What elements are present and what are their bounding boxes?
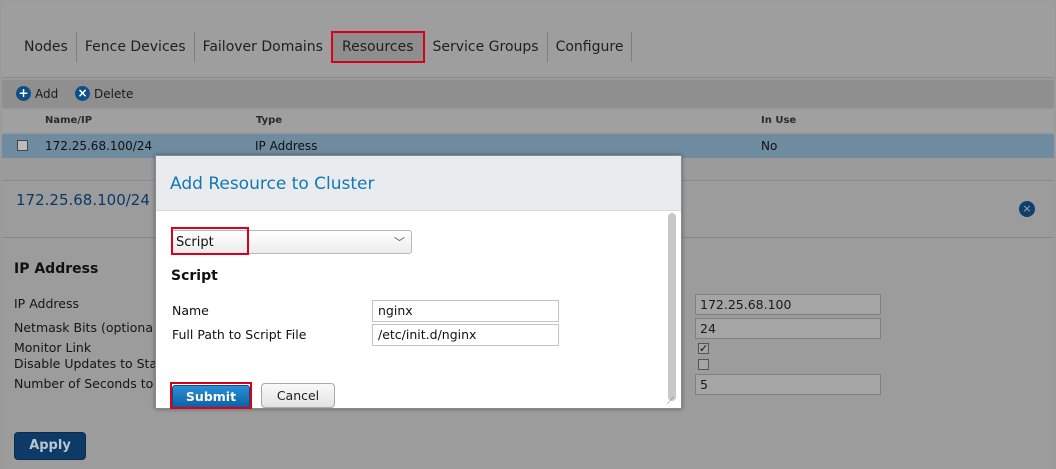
monitor-link-checkbox[interactable]: ✓ bbox=[698, 343, 709, 354]
column-type: Type bbox=[256, 115, 283, 126]
row-type: IP Address bbox=[255, 139, 318, 153]
plus-icon: + bbox=[16, 86, 31, 101]
dialog-scrollbar[interactable] bbox=[665, 211, 679, 408]
delete-icon: × bbox=[75, 86, 90, 101]
netmask-field[interactable]: 24 bbox=[695, 318, 881, 339]
netmask-label: Netmask Bits (optiona bbox=[14, 320, 154, 335]
close-icon[interactable]: × bbox=[1019, 201, 1035, 217]
tab-bar: Nodes Fence Devices Failover Domains Res… bbox=[16, 31, 633, 63]
row-name: 172.25.68.100/24 bbox=[45, 139, 153, 153]
cancel-button[interactable]: Cancel bbox=[261, 383, 335, 408]
row-checkbox[interactable] bbox=[17, 140, 28, 151]
highlight-box bbox=[170, 382, 252, 409]
resource-toolbar: + Add × Delete bbox=[2, 80, 1054, 108]
disable-updates-checkbox[interactable] bbox=[698, 359, 709, 370]
script-path-label: Full Path to Script File bbox=[172, 327, 307, 342]
add-label: Add bbox=[35, 86, 59, 101]
dialog-title: Add Resource to Cluster bbox=[170, 174, 375, 194]
dialog-section-heading: Script bbox=[171, 268, 218, 284]
column-name: Name/IP bbox=[45, 115, 93, 126]
ip-address-label: IP Address bbox=[14, 296, 79, 311]
detail-section-heading: IP Address bbox=[14, 261, 99, 277]
tab-fence-devices[interactable]: Fence Devices bbox=[77, 32, 195, 62]
ip-address-field[interactable]: 172.25.68.100 bbox=[695, 294, 881, 315]
monitor-link-label: Monitor Link bbox=[14, 340, 92, 355]
disable-updates-label: Disable Updates to Sta bbox=[14, 356, 158, 371]
apply-button[interactable]: Apply bbox=[14, 432, 86, 460]
name-field[interactable]: nginx bbox=[372, 300, 559, 322]
tab-service-groups[interactable]: Service Groups bbox=[424, 32, 548, 62]
scrollbar-thumb[interactable] bbox=[668, 213, 676, 401]
resize-grip-icon[interactable]: ⟋ bbox=[667, 396, 679, 408]
column-in-use: In Use bbox=[761, 115, 797, 126]
detail-title: 172.25.68.100/24 bbox=[16, 191, 150, 209]
chevron-down-icon: ﹀ bbox=[394, 236, 405, 249]
delete-label: Delete bbox=[94, 86, 134, 101]
top-nav: Nodes Fence Devices Failover Domains Res… bbox=[2, 2, 1054, 78]
tab-failover-domains[interactable]: Failover Domains bbox=[195, 32, 332, 62]
delete-button[interactable]: × Delete bbox=[75, 86, 133, 101]
tab-nodes[interactable]: Nodes bbox=[16, 32, 77, 62]
num-seconds-label: Number of Seconds to bbox=[14, 376, 154, 391]
num-seconds-field[interactable]: 5 bbox=[695, 374, 881, 395]
add-button[interactable]: + Add bbox=[16, 86, 58, 101]
row-in-use: No bbox=[761, 139, 778, 153]
dialog-header: Add Resource to Cluster bbox=[156, 156, 681, 211]
highlight-box bbox=[171, 227, 249, 255]
tab-resources[interactable]: Resources bbox=[330, 31, 426, 63]
tab-configure[interactable]: Configure bbox=[548, 32, 633, 62]
add-resource-dialog: Add Resource to Cluster Script ﹀ Script … bbox=[155, 155, 682, 409]
name-label: Name bbox=[172, 303, 209, 318]
table-header: Name/IP Type In Use bbox=[2, 110, 1054, 132]
script-path-field[interactable]: /etc/init.d/nginx bbox=[372, 324, 559, 346]
